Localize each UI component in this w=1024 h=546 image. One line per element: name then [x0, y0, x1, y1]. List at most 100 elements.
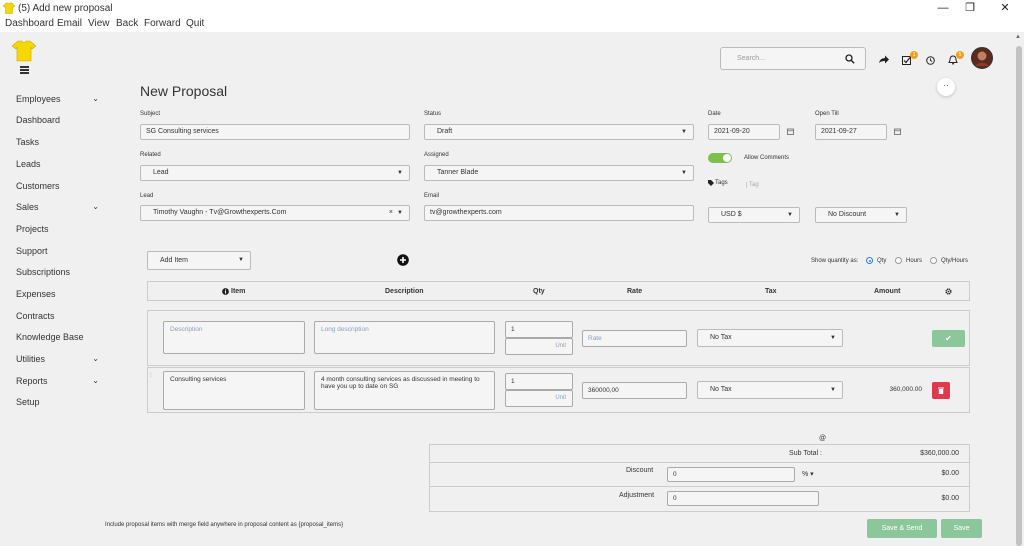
scrollbar-thumb[interactable] — [1016, 46, 1022, 546]
open-till-input[interactable]: 2021-09-27 — [815, 124, 887, 140]
item-rate-input[interactable]: 360000,00 — [582, 382, 687, 399]
new-description-input[interactable]: Description — [163, 321, 305, 354]
subject-input[interactable]: SG Consulting services — [140, 124, 410, 140]
add-circle-icon[interactable] — [397, 254, 409, 266]
email-field[interactable]: tv@growthexperts.com — [424, 205, 694, 221]
close-window-button[interactable]: ✕ — [998, 1, 1012, 15]
clock-icon[interactable] — [926, 56, 935, 65]
chevron-down-icon: ⌄ — [92, 94, 99, 103]
sidebar-item-employees[interactable]: Employees ⌄ — [16, 94, 101, 108]
sidebar-item-subscriptions[interactable]: Subscriptions — [16, 267, 101, 281]
calendar-icon[interactable] — [787, 128, 794, 135]
menu-bar: Dashboard Email View Back Forward Quit — [0, 17, 1024, 32]
sidebar-item-utilities[interactable]: Utilities ⌄ — [16, 354, 101, 368]
share-icon[interactable] — [879, 55, 889, 64]
item-long-description-input[interactable]: 4 month consulting services as discussed… — [314, 371, 495, 410]
new-unit-input[interactable]: Unit — [505, 338, 573, 355]
col-amount: Amount — [874, 288, 901, 295]
sidebar-item-dashboard[interactable]: Dashboard — [16, 115, 101, 129]
save-and-send-button[interactable]: Save & Send — [867, 519, 937, 538]
qty-radio[interactable] — [866, 257, 873, 264]
calendar-icon[interactable] — [894, 128, 901, 135]
show-quantity-label: Show quantity as: — [811, 258, 859, 264]
sidebar-item-support[interactable]: Support — [16, 246, 101, 260]
assigned-select[interactable]: Tanner Blade ▼ — [424, 165, 694, 181]
hamburger-menu-icon[interactable] — [20, 66, 29, 74]
restore-button[interactable]: ❐ — [963, 1, 977, 15]
new-qty-input[interactable]: 1 — [505, 321, 573, 338]
hours-radio[interactable] — [895, 257, 902, 264]
caret-down-icon: ▼ — [397, 210, 403, 216]
sidebar-item-projects[interactable]: Projects — [16, 224, 101, 238]
new-long-description-input[interactable]: Long description — [314, 321, 495, 354]
delete-item-button[interactable] — [932, 382, 950, 399]
tags-input[interactable]: Tag — [746, 182, 759, 188]
item-description-input[interactable]: Consulting services — [163, 371, 305, 410]
add-item-select[interactable]: Add Item ▼ — [147, 251, 251, 270]
collapse-button[interactable]: ·· — [937, 78, 955, 96]
discount-value: $0.00 — [941, 470, 959, 477]
item-unit-input[interactable]: Unit — [505, 390, 573, 407]
status-select[interactable]: Draft ▼ — [424, 124, 694, 140]
minimize-button[interactable]: — — [936, 1, 950, 15]
lead-value: Timothy Vaughn - Tv@Growthexperts.Com — [153, 209, 287, 216]
gear-icon[interactable] — [945, 288, 952, 295]
sidebar: Employees ⌄ Dashboard Tasks Leads Custome… — [0, 32, 110, 546]
search-input[interactable]: Search... — [720, 47, 866, 70]
menu-view[interactable]: View — [88, 18, 110, 29]
new-tax-value: No Tax — [710, 334, 732, 341]
caret-down-icon: ▼ — [787, 212, 793, 218]
lead-select[interactable]: Timothy Vaughn - Tv@Growthexperts.Com × ▼ — [140, 205, 410, 221]
sidebar-item-setup[interactable]: Setup — [16, 397, 101, 411]
search-icon[interactable] — [845, 54, 855, 64]
discount-type-select[interactable]: No Discount ▼ — [815, 207, 907, 223]
sidebar-item-knowledge-base[interactable]: Knowledge Base — [16, 332, 101, 346]
related-value: Lead — [153, 169, 169, 176]
new-tax-select[interactable]: No Tax ▼ — [697, 329, 843, 347]
qty-hours-radio[interactable] — [930, 257, 937, 264]
drag-handle-icon[interactable]: ⁞ — [150, 373, 152, 379]
allow-comments-toggle[interactable] — [708, 153, 732, 163]
todo-badge: 1 — [910, 51, 918, 59]
menu-email[interactable]: Email — [57, 18, 82, 29]
tags-label: Tags — [715, 180, 728, 186]
clear-icon[interactable]: × — [389, 206, 393, 220]
caret-down-icon: ▼ — [830, 335, 836, 341]
scrollbar[interactable]: ▲ — [1014, 32, 1024, 546]
discount-type-dropdown[interactable]: % ▾ — [802, 470, 814, 478]
avatar[interactable] — [971, 47, 993, 69]
date-input[interactable]: 2021-09-20 — [708, 124, 780, 140]
currency-select[interactable]: USD $ ▼ — [708, 207, 800, 223]
adjustment-input[interactable]: 0 — [667, 491, 819, 506]
status-label: Status — [424, 111, 442, 117]
add-item-value: Add Item — [160, 257, 189, 264]
new-rate-input[interactable]: Rate — [582, 330, 687, 347]
sidebar-item-leads[interactable]: Leads — [16, 159, 101, 173]
item-tax-select[interactable]: No Tax ▼ — [697, 381, 843, 399]
trash-icon — [938, 387, 944, 394]
sidebar-item-contracts[interactable]: Contracts — [16, 311, 101, 325]
menu-forward[interactable]: Forward — [144, 18, 181, 29]
col-item: Item — [231, 288, 246, 295]
add-item-check-button[interactable]: ✔ — [932, 330, 965, 347]
tag-icon — [708, 180, 714, 186]
sidebar-item-reports[interactable]: Reports ⌄ — [16, 376, 101, 390]
totals-divider — [430, 462, 969, 463]
menu-back[interactable]: Back — [116, 18, 138, 29]
menu-dashboard[interactable]: Dashboard — [5, 18, 54, 29]
sidebar-item-tasks[interactable]: Tasks — [16, 137, 101, 151]
sidebar-item-customers[interactable]: Customers — [16, 181, 101, 195]
sidebar-item-expenses[interactable]: Expenses — [16, 289, 101, 303]
sidebar-item-label: Support — [16, 246, 48, 256]
related-select[interactable]: Lead ▼ — [140, 165, 410, 181]
caret-down-icon: ▼ — [681, 170, 687, 176]
qty-hours-radio-label: Qty/Hours — [941, 258, 969, 264]
sidebar-item-sales[interactable]: Sales ⌄ — [16, 202, 101, 216]
save-button[interactable]: Save — [941, 519, 982, 538]
item-qty-input[interactable]: 1 — [505, 373, 573, 390]
app-logo-icon[interactable] — [12, 40, 36, 62]
adjustment-value: $0.00 — [941, 495, 959, 502]
scroll-up-icon[interactable]: ▲ — [1015, 34, 1021, 40]
discount-input[interactable]: 0 — [667, 467, 795, 482]
menu-quit[interactable]: Quit — [186, 18, 204, 29]
